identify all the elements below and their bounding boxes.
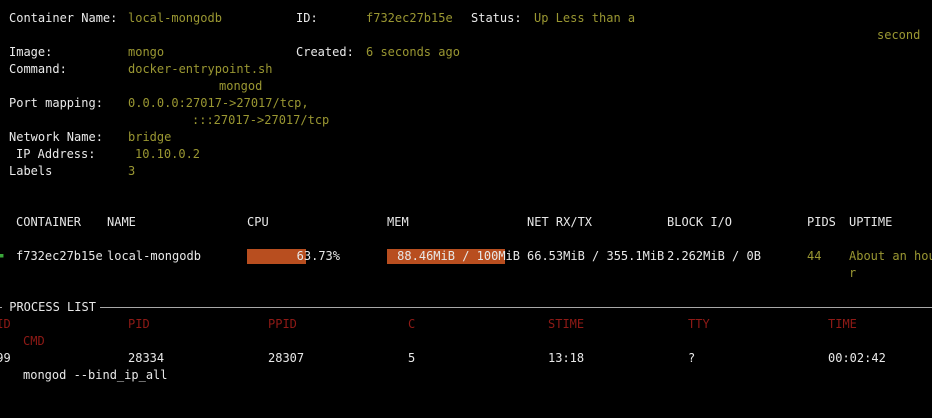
process-header-pid: PID (128, 317, 150, 331)
pids-cell: 44 (807, 249, 822, 263)
uptime-cell-continued: r (849, 266, 857, 280)
image-label: Image: (9, 45, 53, 59)
column-header-mem: MEM (387, 215, 409, 229)
container-id-cell: f732ec27b15e (16, 249, 103, 263)
process-header-cmd: CMD (23, 334, 45, 348)
process-cmd-cell: mongod --bind_ip_all (23, 368, 168, 382)
process-header-stime: STIME (548, 317, 585, 331)
command-value: docker-entrypoint.sh (128, 62, 273, 76)
status-label: Status: (471, 11, 522, 25)
process-tty-cell: ? (688, 351, 696, 365)
port-mapping-label: Port mapping: (9, 96, 103, 110)
process-header-ppid: PPID (268, 317, 297, 331)
column-header-uptime: UPTIME (849, 215, 893, 229)
ip-address-value: 10.10.0.2 (135, 147, 201, 161)
image-value: mongo (128, 45, 165, 59)
container-id-label: ID: (296, 11, 318, 25)
mem-value: 88.46MiB / 100MiB (397, 249, 520, 263)
column-header-container: CONTAINER (16, 215, 82, 229)
process-uid-cell: 999 (0, 351, 11, 365)
container-name-value: local-mongodb (128, 11, 222, 25)
process-header-c: C (408, 317, 416, 331)
network-name-label: Network Name: (9, 130, 103, 144)
container-id-value: f732ec27b15e (366, 11, 453, 25)
port-mapping-value: 0.0.0.0:27017->27017/tcp, (128, 96, 309, 110)
cpu-value: 63.73% (296, 249, 340, 263)
container-name-cell: local-mongodb (107, 249, 201, 263)
created-label: Created: (296, 45, 354, 59)
process-header-uid: UID (0, 317, 11, 331)
status-value: Up Less than a (534, 11, 636, 25)
process-time-cell: 00:02:42 (828, 351, 886, 365)
process-pid-cell: 28334 (128, 351, 165, 365)
process-header-tty: TTY (688, 317, 710, 331)
net-io-cell: 66.53MiB / 355.1MiB (527, 249, 665, 263)
process-c-cell: 5 (408, 351, 416, 365)
process-list-divider (100, 307, 932, 308)
ip-address-label: IP Address: (16, 147, 96, 161)
process-stime-cell: 13:18 (548, 351, 585, 365)
network-name-value: bridge (128, 130, 172, 144)
row-marker-icon: ▪ (0, 251, 5, 261)
status-value-continued: second (877, 28, 921, 42)
process-list-title: PROCESS LIST (2, 299, 104, 316)
labels-value: 3 (128, 164, 136, 178)
process-header-time: TIME (828, 317, 857, 331)
column-header-cpu: CPU (247, 215, 269, 229)
port-mapping-value-continued: :::27017->27017/tcp (192, 113, 330, 127)
labels-label: Labels (9, 164, 53, 178)
process-ppid-cell: 28307 (268, 351, 305, 365)
created-value: 6 seconds ago (366, 45, 460, 59)
uptime-cell: About an hou (849, 249, 932, 263)
column-header-name: NAME (107, 215, 136, 229)
block-io-cell: 2.262MiB / 0B (667, 249, 761, 263)
command-label: Command: (9, 62, 67, 76)
column-header-net: NET RX/TX (527, 215, 593, 229)
column-header-pids: PIDS (807, 215, 836, 229)
command-value-continued: mongod (219, 79, 263, 93)
container-name-label: Container Name: (9, 11, 118, 25)
column-header-block-io: BLOCK I/O (667, 215, 733, 229)
